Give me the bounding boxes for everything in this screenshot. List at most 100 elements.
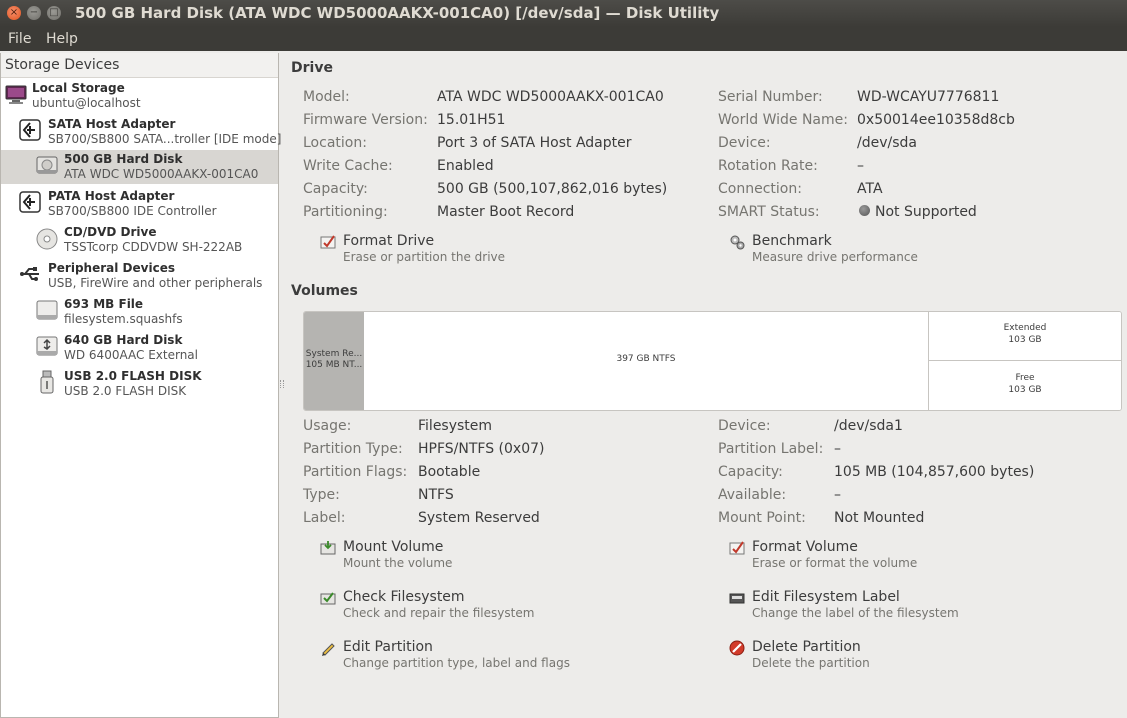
gears-icon [730, 235, 745, 250]
drive-smart-value: Not Supported [875, 204, 977, 220]
maximize-window-button[interactable]: □ [47, 6, 61, 20]
tree-item-title: Peripheral Devices [48, 261, 175, 275]
tree-item-local-storage[interactable]: Local Storage ubuntu@localhost [5, 79, 275, 113]
tree-item-usb-flash-disk[interactable]: USB 2.0 FLASH DISK USB 2.0 FLASH DISK [36, 367, 275, 401]
drive-smart-label: SMART Status: [718, 204, 820, 220]
edit-partition-button[interactable]: Edit Partition Change partition type, la… [320, 639, 620, 673]
storage-devices-sidebar: Storage Devices Local Storage ubuntu@loc… [0, 53, 281, 718]
volumes-section-title: Volumes [291, 283, 358, 299]
drive-write-cache-label: Write Cache: [303, 158, 393, 174]
minimize-window-button[interactable]: − [27, 6, 41, 20]
tree-item-cd-dvd-drive[interactable]: CD/DVD Drive TSSTcorp CDDVDW SH-222AB [36, 223, 275, 257]
benchmark-button[interactable]: Benchmark Measure drive performance [729, 233, 1029, 267]
menu-help[interactable]: Help [46, 31, 78, 47]
tree-item-title: PATA Host Adapter [48, 189, 175, 203]
segment-size: 105 MB NT... [305, 360, 363, 370]
drive-device-label: Device: [718, 135, 771, 151]
host-adapter-icon [19, 191, 41, 213]
computer-icon [5, 85, 27, 104]
delete-partition-button[interactable]: Delete Partition Delete the partition [729, 639, 1029, 673]
check-filesystem-button[interactable]: Check Filesystem Check and repair the fi… [320, 589, 620, 623]
drive-location-label: Location: [303, 135, 367, 151]
volume-capacity-label: Capacity: [718, 464, 783, 480]
menu-file[interactable]: File [8, 31, 31, 47]
format-drive-button[interactable]: Format Drive Erase or partition the driv… [320, 233, 620, 267]
volume-partition-type-value: HPFS/NTFS (0x07) [418, 441, 545, 457]
segment-size: 103 GB [1008, 385, 1042, 395]
tree-item-pata-host-adapter[interactable]: PATA Host Adapter SB700/SB800 IDE Contro… [19, 187, 275, 221]
delete-icon [729, 640, 745, 656]
volume-segment-system-reserved[interactable]: System Re... 105 MB NT... [304, 312, 364, 410]
drive-rotation-label: Rotation Rate: [718, 158, 818, 174]
volume-capacity-value: 105 MB (104,857,600 bytes) [834, 464, 1035, 480]
drive-capacity-value: 500 GB (500,107,862,016 bytes) [437, 181, 668, 197]
segment-label: System Re... [305, 349, 363, 359]
volume-partition-label-label: Partition Label: [718, 441, 824, 457]
drive-model-label: Model: [303, 89, 350, 105]
tree-item-subtitle: USB 2.0 FLASH DISK [64, 384, 187, 398]
tree-item-subtitle: ATA WDC WD5000AAKX-001CA0 [64, 167, 259, 181]
tree-item-title: 693 MB File [64, 297, 144, 311]
volume-label-value: System Reserved [418, 510, 540, 526]
splitter-grip[interactable] [280, 380, 284, 388]
tree-item-title: CD/DVD Drive [64, 225, 157, 239]
smart-status-icon [859, 205, 870, 216]
hard-disk-icon [36, 156, 58, 174]
volume-usage-label: Usage: [303, 418, 352, 434]
title-bar: × − □ 500 GB Hard Disk (ATA WDC WD5000AA… [0, 0, 1127, 27]
drive-connection-value: ATA [857, 181, 883, 197]
tree-item-subtitle: SB700/SB800 IDE Controller [48, 204, 217, 218]
menu-bar: File Help [0, 27, 1127, 51]
drive-connection-label: Connection: [718, 181, 802, 197]
volume-partition-flags-value: Bootable [418, 464, 481, 480]
tree-item-title: 640 GB Hard Disk [64, 333, 183, 347]
tree-item-sata-host-adapter[interactable]: SATA Host Adapter SB700/SB800 SATA...tro… [19, 115, 281, 149]
pencil-icon [322, 643, 335, 656]
drive-serial-value: WD-WCAYU7776811 [857, 89, 1000, 105]
volume-usage-value: Filesystem [418, 418, 493, 434]
drive-location-value: Port 3 of SATA Host Adapter [437, 135, 632, 151]
format-volume-subtitle: Erase or format the volume [752, 556, 918, 570]
external-disk-icon [36, 336, 58, 356]
volume-available-value: – [834, 487, 841, 503]
flash-drive-icon [40, 370, 54, 394]
volume-available-label: Available: [718, 487, 787, 503]
drive-firmware-label: Firmware Version: [303, 112, 428, 128]
format-volume-title: Format Volume [752, 539, 858, 555]
drive-partitioning-label: Partitioning: [303, 204, 388, 220]
mount-volume-title: Mount Volume [343, 539, 444, 555]
host-adapter-icon [19, 119, 41, 141]
volume-segment-free[interactable]: Free 103 GB [929, 361, 1121, 410]
tree-item-title: SATA Host Adapter [48, 117, 176, 131]
tree-item-640gb-hard-disk[interactable]: 640 GB Hard Disk WD 6400AAC External [36, 331, 275, 365]
edit-filesystem-label-title: Edit Filesystem Label [752, 589, 900, 605]
delete-partition-subtitle: Delete the partition [752, 656, 870, 670]
drive-write-cache-value: Enabled [437, 158, 494, 174]
benchmark-subtitle: Measure drive performance [752, 250, 918, 264]
format-volume-button[interactable]: Format Volume Erase or format the volume [729, 539, 1029, 573]
edit-filesystem-label-button[interactable]: Edit Filesystem Label Change the label o… [729, 589, 1029, 623]
check-disk-icon [320, 592, 336, 605]
volume-segment-ntfs[interactable]: 397 GB NTFS [364, 312, 929, 410]
usb-icon [20, 267, 39, 281]
volume-segment-extended[interactable]: Extended 103 GB [929, 312, 1121, 361]
drive-model-value: ATA WDC WD5000AAKX-001CA0 [437, 89, 664, 105]
tree-item-subtitle: filesystem.squashfs [64, 312, 183, 326]
format-drive-title: Format Drive [343, 233, 435, 249]
volume-label-label: Label: [303, 510, 346, 526]
format-icon [729, 541, 745, 555]
mount-volume-button[interactable]: Mount Volume Mount the volume [320, 539, 620, 573]
drive-device-value: /dev/sda [857, 135, 917, 151]
tree-item-title: USB 2.0 FLASH DISK [64, 369, 202, 383]
close-window-button[interactable]: × [7, 6, 21, 20]
delete-partition-title: Delete Partition [752, 639, 861, 655]
label-icon [729, 593, 745, 604]
volume-type-label: Type: [303, 487, 340, 503]
volume-device-value: /dev/sda1 [834, 418, 903, 434]
edit-filesystem-label-subtitle: Change the label of the filesystem [752, 606, 959, 620]
tree-item-500gb-hard-disk[interactable]: 500 GB Hard Disk ATA WDC WD5000AAKX-001C… [1, 150, 278, 184]
tree-item-693mb-file[interactable]: 693 MB File filesystem.squashfs [36, 295, 275, 329]
tree-item-peripheral-devices[interactable]: Peripheral Devices USB, FireWire and oth… [19, 259, 275, 293]
disk-image-icon [36, 300, 58, 320]
optical-drive-icon [36, 228, 58, 250]
